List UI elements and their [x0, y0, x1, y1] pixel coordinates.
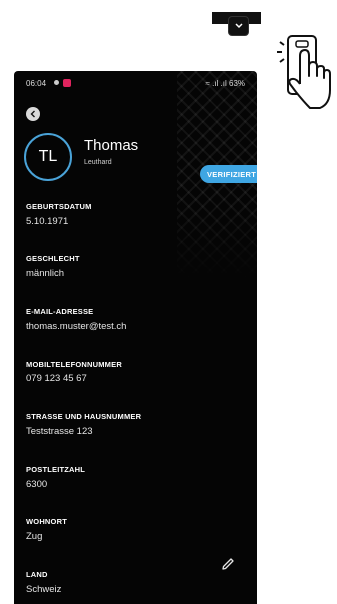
avatar: TL	[24, 133, 72, 181]
back-button[interactable]	[26, 107, 40, 121]
field-label-country: LAND	[26, 570, 48, 579]
verified-badge: VERIFIZIERT	[200, 165, 257, 183]
field-value-mobile: 079 123 45 67	[26, 373, 87, 384]
field-value-email: thomas.muster@test.ch	[26, 321, 127, 332]
app-notification-icon	[63, 79, 71, 87]
field-label-gender: GESCHLECHT	[26, 254, 80, 263]
edit-pencil-icon[interactable]	[220, 556, 236, 572]
field-label-street: STRASSE UND HAUSNUMMER	[26, 412, 142, 421]
field-label-birthdate: GEBURTSDATUM	[26, 202, 92, 211]
field-label-email: E-MAIL-ADRESSE	[26, 307, 94, 316]
tap-gesture-icon	[277, 35, 331, 109]
status-time: 06:04	[26, 79, 47, 88]
profile-first-name: Thomas	[84, 137, 139, 154]
field-value-city: Zug	[26, 531, 43, 542]
field-label-city: WOHNORT	[26, 517, 67, 526]
field-value-gender: männlich	[26, 268, 65, 279]
chevron-left-icon	[30, 110, 35, 118]
field-value-street: Teststrasse 123	[26, 426, 93, 437]
field-label-mobile: MOBILTELEFONNUMMER	[26, 360, 122, 369]
field-label-postcode: POSTLEITZAHL	[26, 465, 86, 474]
status-bar: 06:04 ≈ .ıl .ıl 63%	[14, 71, 257, 93]
field-value-country: Schweiz	[26, 584, 62, 595]
field-value-birthdate: 5.10.1971	[26, 216, 69, 227]
profile-last-name: Leuthard	[84, 159, 112, 166]
notification-icon	[54, 80, 59, 85]
status-indicators: ≈ .ıl .ıl 63%	[205, 79, 245, 88]
chevron-down-icon[interactable]	[228, 16, 249, 36]
field-value-postcode: 6300	[26, 479, 48, 490]
phone-screen: 06:04 ≈ .ıl .ıl 63% TL Thomas Leuthard V…	[14, 71, 257, 604]
